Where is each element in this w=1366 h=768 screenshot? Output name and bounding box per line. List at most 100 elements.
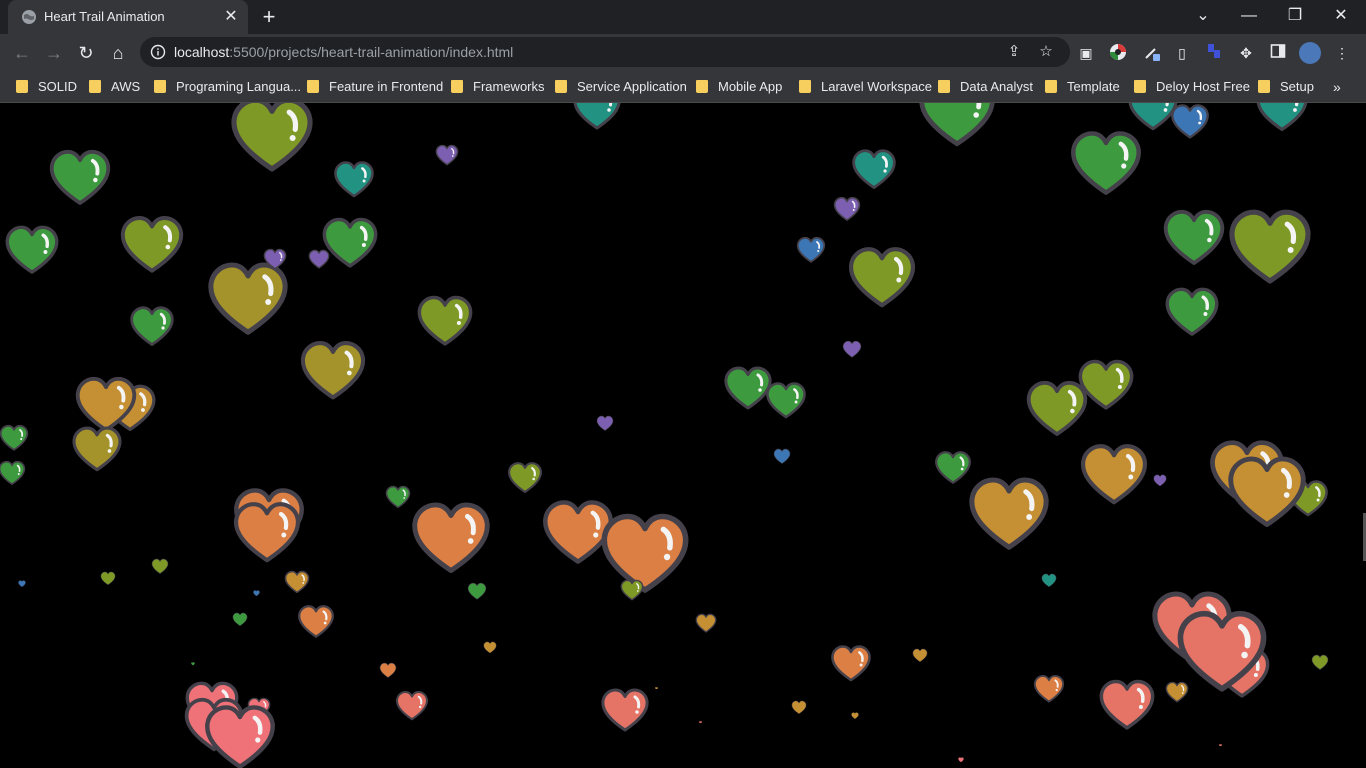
- heart-icon: [208, 262, 288, 336]
- heart-icon: [695, 613, 717, 633]
- heart-icon: [833, 196, 861, 222]
- heart-icon: [395, 691, 429, 721]
- heart-icon: [1229, 210, 1311, 284]
- heart-icon: [831, 644, 871, 682]
- profile-avatar[interactable]: [1299, 42, 1321, 64]
- url-path: :5500/projects/heart-trail-animation/ind…: [229, 44, 514, 60]
- heart-icon: [379, 662, 397, 678]
- extension-picker-icon[interactable]: [1142, 43, 1162, 63]
- heart-icon: [120, 215, 184, 273]
- heart-icon: [1071, 131, 1141, 195]
- heart-icon: [573, 103, 621, 130]
- heart-icon: [232, 612, 248, 626]
- globe-icon: [22, 10, 36, 24]
- heart-icon: [435, 144, 459, 166]
- folder-icon: [555, 80, 567, 93]
- picker-icon: [1145, 48, 1160, 61]
- folder-icon: [1134, 80, 1146, 93]
- bookmark-mobile-app[interactable]: Mobile App: [696, 77, 782, 97]
- bookmark-service-application[interactable]: Service Application: [555, 77, 687, 97]
- heart-icon: [100, 571, 116, 585]
- bookmark-programing-languages[interactable]: Programing Langua...: [154, 77, 301, 97]
- minimize-button[interactable]: —: [1226, 0, 1272, 32]
- bookmark-setup[interactable]: Setup: [1258, 77, 1314, 97]
- url-text[interactable]: localhost:5500/projects/heart-trail-anim…: [174, 44, 513, 60]
- heart-icon: [72, 426, 122, 472]
- color-wheel-icon: [1110, 44, 1126, 60]
- heart-icon: [49, 149, 111, 205]
- bookmark-template[interactable]: Template: [1045, 77, 1120, 97]
- heart-icon: [620, 579, 644, 601]
- extensions-puzzle-icon[interactable]: ✥: [1236, 43, 1256, 63]
- tab-search-chevron-icon[interactable]: ⌄: [1180, 0, 1226, 32]
- bookmark-frameworks[interactable]: Frameworks: [451, 77, 545, 97]
- url-host: localhost: [174, 44, 230, 60]
- heart-icon: [1256, 103, 1308, 132]
- heart-icon: [1165, 287, 1219, 337]
- heart-icon: [412, 502, 490, 574]
- heart-icon: [130, 306, 174, 346]
- tab-close-button[interactable]: ✕: [222, 8, 240, 26]
- browser-toolbar: ← → ↻ ⌂ localhost:5500/projects/heart-tr…: [0, 34, 1366, 71]
- heart-icon: [842, 340, 862, 358]
- heart-icon: [766, 381, 806, 419]
- heart-icon: [263, 248, 287, 270]
- heart-icon: [1041, 573, 1057, 587]
- folder-icon: [696, 80, 708, 93]
- new-tab-button[interactable]: +: [256, 6, 282, 28]
- side-panel-icon[interactable]: [1268, 43, 1288, 63]
- heart-icon: [773, 448, 791, 464]
- back-button[interactable]: ←: [8, 39, 36, 67]
- bookmark-feature-in-frontend[interactable]: Feature in Frontend: [307, 77, 443, 97]
- folder-icon: [451, 80, 463, 93]
- folder-icon: [154, 80, 166, 93]
- heart-icon: [969, 477, 1049, 551]
- heart-icon: [1218, 743, 1222, 747]
- folder-icon: [1045, 80, 1057, 93]
- heart-icon: [1153, 474, 1167, 486]
- heart-icon: [300, 340, 366, 400]
- close-window-button[interactable]: ✕: [1318, 0, 1364, 32]
- heart-icon: [5, 225, 59, 275]
- side-panel-glyph: [1270, 44, 1286, 58]
- extension-mobile-icon[interactable]: ▯: [1172, 43, 1192, 63]
- bookmark-aws[interactable]: AWS: [89, 77, 140, 97]
- extension-color-icon[interactable]: [1108, 43, 1128, 63]
- bookmark-data-analyst[interactable]: Data Analyst: [938, 77, 1033, 97]
- reload-button[interactable]: ↻: [72, 39, 100, 67]
- menu-kebab-icon[interactable]: ⋮: [1332, 43, 1352, 63]
- blue-blocks-icon: [1208, 44, 1220, 58]
- folder-icon: [799, 80, 811, 93]
- tab-heart-trail-animation[interactable]: Heart Trail Animation ✕: [8, 0, 248, 34]
- home-button[interactable]: ⌂: [104, 39, 132, 67]
- heart-icon: [467, 582, 487, 600]
- heart-icon: [1163, 209, 1225, 265]
- forward-button[interactable]: →: [40, 39, 68, 67]
- bookmark-laravel-workspace[interactable]: Laravel Workspace: [799, 77, 932, 97]
- extension-tab-icon[interactable]: ▣: [1076, 43, 1096, 63]
- bookmarks-bar: SOLID AWS Programing Langua... Feature i…: [0, 71, 1366, 103]
- folder-icon: [1258, 80, 1270, 93]
- site-info-icon[interactable]: [150, 44, 166, 60]
- restore-button[interactable]: ❐: [1272, 0, 1318, 32]
- bookmarks-overflow-chevron-icon[interactable]: »: [1333, 77, 1341, 97]
- bookmark-deloy-host-free[interactable]: Deloy Host Free: [1134, 77, 1250, 97]
- heart-icon: [1177, 610, 1267, 692]
- heart-trail-canvas[interactable]: [0, 103, 1366, 768]
- heart-icon: [191, 662, 195, 666]
- address-bar[interactable]: localhost:5500/projects/heart-trail-anim…: [140, 37, 1070, 67]
- bookmark-star-icon[interactable]: ☆: [1036, 42, 1056, 62]
- heart-icon: [852, 149, 896, 189]
- heart-icon: [851, 712, 859, 720]
- folder-icon: [89, 80, 101, 93]
- heart-icon: [231, 103, 313, 172]
- heart-icon: [654, 686, 658, 690]
- heart-icon: [252, 590, 260, 596]
- heart-icon: [919, 103, 995, 147]
- bookmark-solid[interactable]: SOLID: [16, 77, 77, 97]
- heart-icon: [596, 415, 614, 431]
- folder-icon: [938, 80, 950, 93]
- extension-blue-icon[interactable]: [1204, 43, 1224, 63]
- share-icon[interactable]: ⇪: [1004, 42, 1024, 62]
- heart-icon: [0, 425, 29, 451]
